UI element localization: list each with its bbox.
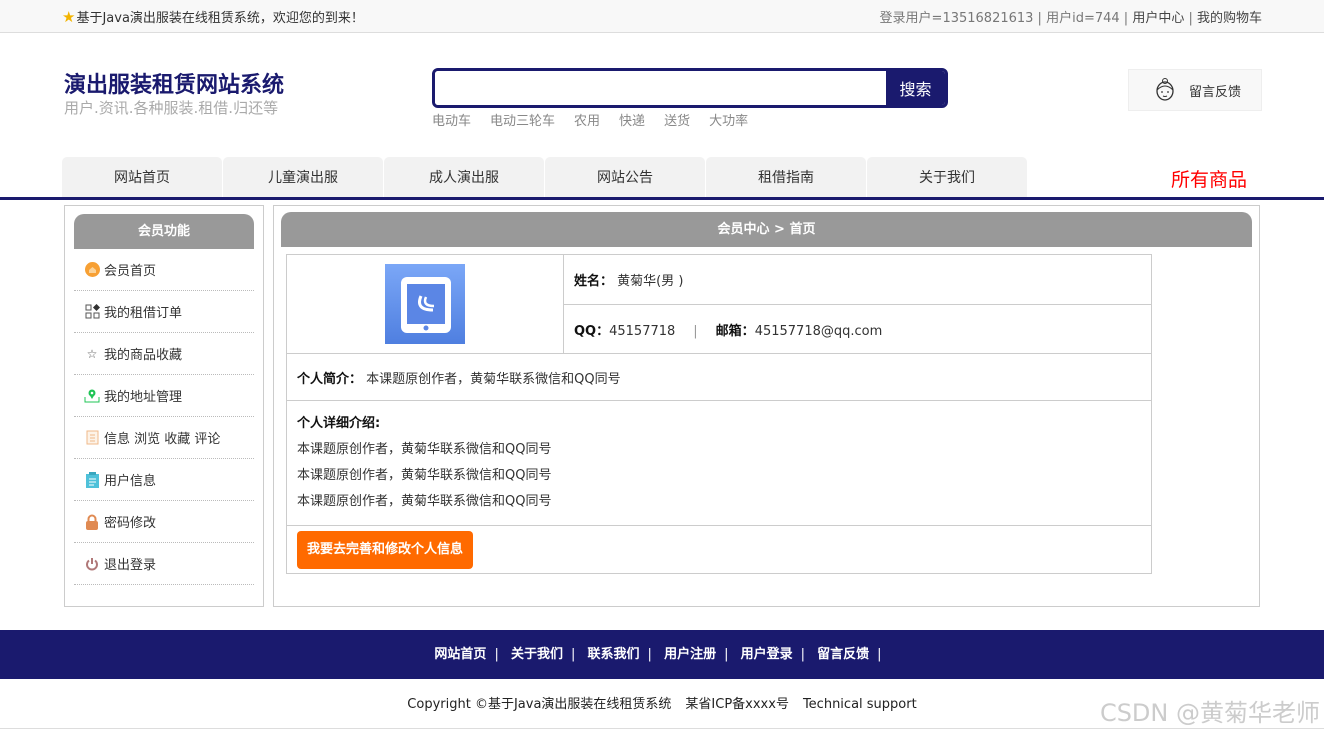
hot-word[interactable]: 快递 [619, 110, 645, 129]
name-cell: 姓名： 黄菊华(男 ) [563, 254, 1152, 305]
clipboard-icon [84, 471, 100, 488]
sidebar-item-info[interactable]: 信息 浏览 收藏 评论 [74, 417, 254, 459]
hot-word[interactable]: 电动三轮车 [490, 110, 555, 129]
login-user: 登录用户=13516821613 [879, 11, 1034, 26]
footer-link-contact[interactable]: 联系我们 [588, 647, 640, 662]
avatar [385, 264, 465, 344]
feedback-button[interactable]: 留言反馈 [1128, 69, 1262, 111]
footer-link-register[interactable]: 用户注册 [664, 647, 716, 662]
site-subtitle: 用户.资讯.各种服装.租借.归还等 [64, 99, 279, 117]
star-icon: ★ [62, 8, 76, 26]
nav-divider [0, 197, 1324, 200]
footer-link-about[interactable]: 关于我们 [511, 647, 563, 662]
profile-table: 姓名： 黄菊华(男 ) QQ：45157718 | 邮箱：45157718@qq.c… [286, 254, 1152, 574]
document-icon [84, 430, 100, 446]
hot-word[interactable]: 送货 [664, 110, 690, 129]
main-nav: 网站首页 儿童演出服 成人演出服 网站公告 租借指南 关于我们 [62, 157, 1027, 197]
search-input[interactable] [435, 71, 886, 105]
member-main: 会员中心 > 首页 姓名： 黄菊华(男 ) QQ：45157718 | 邮箱：451… [273, 205, 1260, 607]
search-button[interactable]: 搜索 [886, 71, 945, 105]
location-icon [84, 388, 100, 404]
nav-kids[interactable]: 儿童演出服 [223, 157, 383, 197]
footer-link-feedback[interactable]: 留言反馈 [817, 647, 869, 662]
edit-profile-button[interactable]: 我要去完善和修改个人信息 [297, 530, 474, 569]
home-icon [84, 262, 100, 278]
detail-cell: 个人详细介绍: 本课题原创作者，黄菊华联系微信和QQ同号 本课题原创作者，黄菊华… [286, 400, 1152, 526]
hot-words: 电动车 电动三轮车 农用 快递 送货 大功率 [432, 110, 748, 129]
breadcrumb: 会员中心 > 首页 [281, 212, 1252, 247]
power-icon [84, 556, 100, 572]
site-title[interactable]: 演出服装租赁网站系统 [64, 67, 284, 99]
user-links: 登录用户=13516821613 | 用户id=744 | 用户中心 | 我的购… [879, 11, 1262, 26]
watermark: CSDN @黄菊华老师 [1099, 699, 1320, 727]
customer-service-icon [1156, 78, 1174, 101]
search-bar: 搜索 [432, 68, 948, 108]
nav-notice[interactable]: 网站公告 [545, 157, 705, 197]
user-center-link[interactable]: 用户中心 [1132, 11, 1184, 26]
nav-guide[interactable]: 租借指南 [706, 157, 866, 197]
user-id: 用户id=744 [1046, 11, 1120, 26]
intro-cell: 个人简介： 本课题原创作者，黄菊华联系微信和QQ同号 [286, 353, 1152, 401]
sidebar-item-address[interactable]: 我的地址管理 [74, 375, 254, 417]
avatar-cell [286, 254, 564, 354]
contact-cell: QQ：45157718 | 邮箱：45157718@qq.com [563, 304, 1152, 354]
footer-links: 网站首页 | 关于我们 | 联系我们 | 用户注册 | 用户登录 | 留言反馈 | [0, 630, 1324, 679]
footer-link-home[interactable]: 网站首页 [434, 647, 486, 662]
nav-adult[interactable]: 成人演出服 [384, 157, 544, 197]
all-goods-link[interactable]: 所有商品 [1171, 165, 1247, 192]
footer-link-login[interactable]: 用户登录 [741, 647, 793, 662]
sidebar-item-favorites[interactable]: ☆ 我的商品收藏 [74, 333, 254, 375]
sidebar-item-home[interactable]: 会员首页 [74, 249, 254, 291]
lock-icon [84, 514, 100, 530]
sidebar: 会员功能 会员首页 我的租借订单 ☆ 我的商品收藏 我的地址管理 信息 浏览 收藏… [64, 205, 264, 607]
action-cell: 我要去完善和修改个人信息 [286, 525, 1152, 574]
sidebar-item-profile[interactable]: 用户信息 [74, 459, 254, 501]
hot-word[interactable]: 电动车 [432, 110, 471, 129]
nav-about[interactable]: 关于我们 [867, 157, 1027, 197]
top-bar: ★基于Java演出服装在线租赁系统，欢迎您的到来！ 登录用户=135168216… [0, 0, 1324, 33]
sidebar-item-logout[interactable]: 退出登录 [74, 543, 254, 585]
hot-word[interactable]: 农用 [574, 110, 600, 129]
nav-home[interactable]: 网站首页 [62, 157, 222, 197]
welcome-text: ★基于Java演出服装在线租赁系统，欢迎您的到来！ [62, 8, 364, 26]
sidebar-title: 会员功能 [74, 214, 254, 249]
cart-link[interactable]: 我的购物车 [1197, 11, 1262, 26]
star-icon: ☆ [86, 346, 98, 361]
grid-icon [84, 304, 100, 320]
hot-word[interactable]: 大功率 [709, 110, 748, 129]
sidebar-item-password[interactable]: 密码修改 [74, 501, 254, 543]
sidebar-item-orders[interactable]: 我的租借订单 [74, 291, 254, 333]
